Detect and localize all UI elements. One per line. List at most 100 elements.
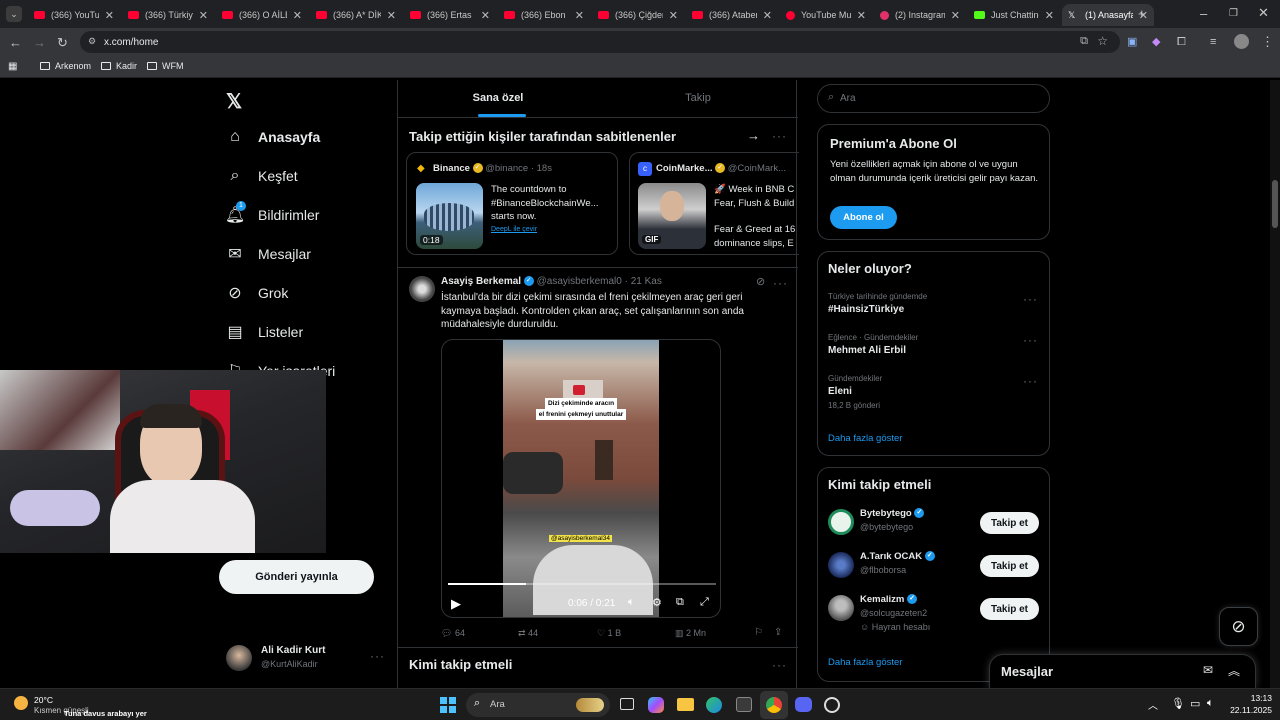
copilot-icon[interactable] (648, 697, 664, 713)
video-progress-track[interactable] (448, 583, 716, 585)
task-view-icon[interactable] (620, 698, 634, 710)
collapse-icon[interactable]: ︽ (1228, 662, 1240, 679)
reading-list-icon[interactable]: ≡ (1210, 36, 1216, 49)
new-message-icon[interactable]: ✉ (1203, 663, 1213, 677)
follow-row[interactable]: A.Tarık OCAK ✓ @flboborsa Takip et (828, 550, 1040, 582)
browser-tab[interactable]: (366) Ebon ✕ (498, 4, 590, 26)
follow-row[interactable]: Bytebytego ✓ @bytebytego Takip et (828, 507, 1040, 539)
scrollbar-thumb[interactable] (1272, 180, 1278, 228)
follow-button[interactable]: Takip et (980, 512, 1039, 534)
tab-close-icon[interactable]: ✕ (951, 9, 960, 22)
menu-icon[interactable]: ⋮ (1261, 35, 1274, 48)
video-player[interactable]: Dizi çekiminde aracın el frenini çekmeyi… (441, 339, 721, 618)
show-more-link[interactable]: Daha fazla göster (828, 657, 902, 668)
nav-grok[interactable]: ⊘ Grok (226, 284, 288, 302)
views-button[interactable]: ▥ 2 Mn (675, 628, 706, 639)
network-icon[interactable]: ▭ (1190, 697, 1200, 710)
browser-tab[interactable]: (366) Ataber ✕ (686, 4, 778, 26)
tray-chevron-icon[interactable]: ︿ (1148, 697, 1158, 712)
back-icon[interactable]: ← (9, 36, 22, 49)
follow-row[interactable]: Kemalizm ✓ @solcugazeten2 ☺ Hayran hesab… (828, 593, 1040, 639)
tab-close-icon[interactable]: ✕ (575, 9, 584, 22)
repost-button[interactable]: ⇄ 44 (518, 628, 538, 639)
bookmark-kadir[interactable]: Kadir (101, 61, 137, 71)
post-more-icon[interactable]: ··· (773, 276, 788, 290)
extension-icon[interactable]: ◆ (1152, 36, 1160, 49)
subscribe-button[interactable]: Abone ol (830, 206, 897, 229)
minimize-icon[interactable]: – (1200, 7, 1207, 20)
store-icon[interactable] (736, 697, 752, 712)
trend-item[interactable]: Gündemdekiler Eleni 18,2 B gönderi ··· (828, 374, 1038, 410)
browser-tab[interactable]: Just Chatting ✕ (968, 4, 1060, 26)
discord-icon[interactable] (795, 697, 812, 712)
account-more-icon[interactable]: ··· (370, 649, 385, 663)
volume-icon[interactable]: 🔈︎ (628, 596, 635, 609)
tab-close-icon[interactable]: ✕ (199, 9, 208, 22)
post-button[interactable]: Gönderi yayınla (219, 560, 374, 594)
tab-following[interactable]: Takip (598, 80, 798, 118)
grok-fab[interactable]: ⊘ (1219, 607, 1258, 646)
post-author-name[interactable]: Asayiş Berkemal (441, 276, 521, 287)
messages-drawer[interactable]: Mesajlar ✉ ︽ (989, 654, 1256, 688)
nav-lists[interactable]: ▤ Listeler (226, 323, 303, 341)
trend-more-icon[interactable]: ··· (1023, 333, 1038, 347)
tab-close-icon[interactable]: ✕ (669, 9, 678, 22)
tab-close-icon[interactable]: ✕ (293, 9, 302, 22)
play-icon[interactable]: ▶ (451, 596, 461, 612)
trend-item[interactable]: Türkiye tarihinde gündemde #HainsizTürki… (828, 292, 1038, 315)
tab-close-icon[interactable]: ✕ (763, 9, 772, 22)
browser-tab[interactable]: (366) O AİLE ✕ (216, 4, 308, 26)
arrow-right-icon[interactable]: → (747, 128, 760, 143)
tab-close-icon[interactable]: ✕ (105, 9, 114, 22)
follow-more-icon[interactable]: ··· (772, 658, 787, 672)
chrome-icon[interactable] (760, 691, 788, 719)
clock[interactable]: 13:13 22.11.2025 (1228, 692, 1272, 716)
tab-close-icon[interactable]: ✕ (857, 9, 866, 22)
trend-more-icon[interactable]: ··· (1023, 374, 1038, 388)
url-input[interactable]: ⚙ x.com/home ⧉ ☆ (80, 31, 1120, 53)
pinned-media[interactable]: 0:18 (416, 183, 483, 249)
tab-search-icon[interactable]: ⌄ (6, 6, 22, 22)
browser-tab[interactable]: (2) Instagram ✕ (874, 4, 966, 26)
nav-messages[interactable]: ✉ Mesajlar (226, 245, 311, 263)
browser-tab[interactable]: (366) Türkiye ✕ (122, 4, 214, 26)
nav-home[interactable]: ⌂ Anasayfa (226, 128, 320, 146)
browser-tab[interactable]: (366) Ertas ✕ (404, 4, 496, 26)
settings-icon[interactable]: ⚙ (652, 596, 662, 609)
share-icon[interactable]: ⇪ (774, 627, 782, 638)
reply-button[interactable]: 💬︎ 64 (441, 628, 465, 639)
bookmark-wfm[interactable]: WFM (147, 61, 184, 71)
nav-notifications[interactable]: 🔔︎ 1 Bildirimler (225, 201, 319, 224)
nav-explore[interactable]: ⌕ Keşfet (226, 167, 298, 185)
volume-icon[interactable]: 🔈︎ (1207, 697, 1214, 710)
edge-icon[interactable] (706, 697, 722, 713)
install-icon[interactable]: ⧉ (1080, 35, 1088, 48)
fullscreen-icon[interactable]: ⤢ (700, 596, 709, 609)
star-icon[interactable]: ☆ (1097, 34, 1108, 48)
maximize-icon[interactable]: ❐ (1229, 7, 1238, 20)
microphone-icon[interactable]: 🎙︎ (1171, 697, 1185, 710)
app-icon[interactable] (824, 697, 840, 713)
puzzle-icon[interactable]: ⧠ (1177, 36, 1186, 49)
follow-button[interactable]: Takip et (980, 598, 1039, 620)
post-avatar[interactable] (409, 276, 435, 302)
account-switcher[interactable]: Ali Kadir Kurt @KurtAliKadir ··· (226, 643, 386, 673)
bookmark-arkenom[interactable]: Arkenom (40, 61, 91, 71)
tab-close-icon[interactable]: ✕ (1045, 9, 1054, 22)
pinned-media[interactable]: GIF (638, 183, 706, 249)
browser-tab[interactable]: (366) A* DİK ✕ (310, 4, 402, 26)
tab-close-icon[interactable]: ✕ (481, 9, 490, 22)
pinned-card-binance[interactable]: ◆ Binance ✓ @binance · 18s 0:18 The coun… (406, 152, 618, 255)
reload-icon[interactable]: ↻ (57, 36, 68, 49)
translate-link[interactable]: DeepL ile çevir (491, 226, 537, 233)
new-tab-icon[interactable]: + (1138, 7, 1146, 20)
grok-icon[interactable]: ⊘ (756, 275, 765, 288)
trend-more-icon[interactable]: ··· (1023, 292, 1038, 306)
pinned-card-coinmarketcap[interactable]: c CoinMarke... ✓ @CoinMark... GIF 🚀 Week… (629, 152, 799, 255)
tab-for-you[interactable]: Sana özel (398, 80, 598, 118)
show-more-link[interactable]: Daha fazla göster (828, 433, 902, 444)
apps-icon[interactable]: ▦ (8, 61, 17, 72)
search-box[interactable]: ⌕ Ara (817, 84, 1050, 113)
follow-button[interactable]: Takip et (980, 555, 1039, 577)
browser-tab[interactable]: (366) Çiğdem ✕ (592, 4, 684, 26)
